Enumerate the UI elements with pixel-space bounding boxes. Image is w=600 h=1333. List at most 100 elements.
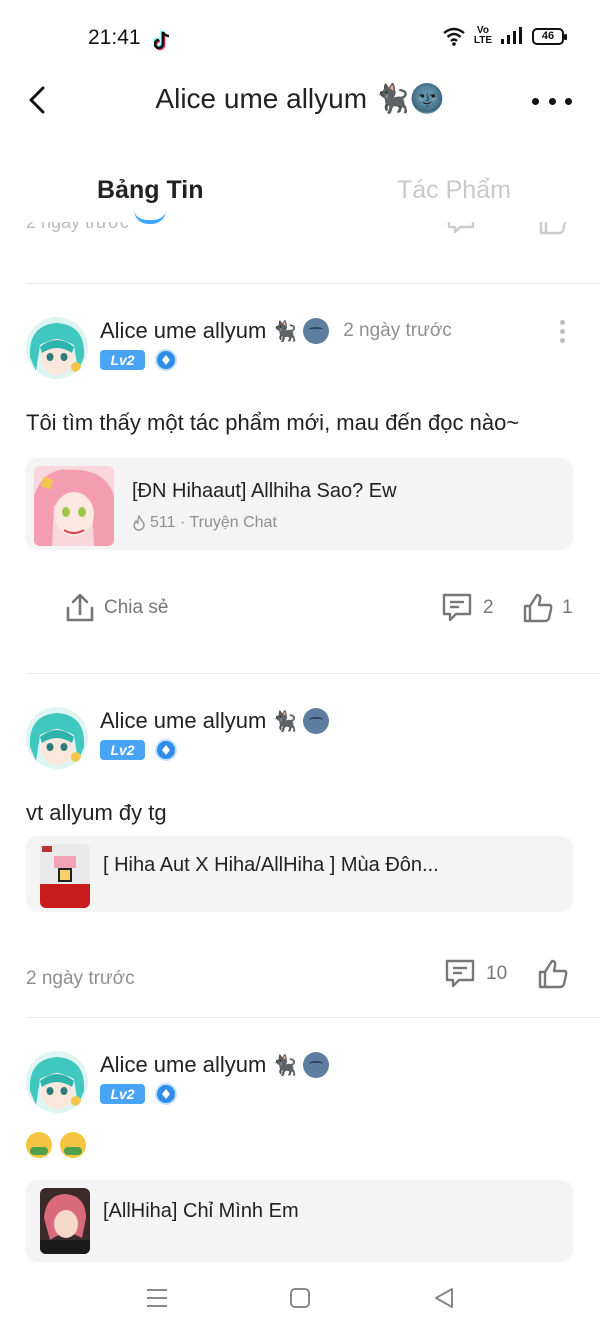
battery-level: 46 bbox=[541, 29, 555, 42]
comment-button[interactable]: 2 bbox=[441, 592, 494, 624]
comment-icon bbox=[447, 222, 475, 234]
profile-tabs: Bảng Tin Tác Phẩm bbox=[0, 166, 600, 224]
tiktok-icon bbox=[154, 31, 170, 51]
verified-badge-icon bbox=[155, 739, 177, 761]
game-cover-icon bbox=[40, 844, 90, 908]
comment-count: 10 bbox=[486, 963, 508, 984]
menu-icon bbox=[147, 1289, 167, 1307]
square-icon bbox=[290, 1288, 310, 1308]
linked-work-card[interactable]: [AllHiha] Chỉ Mình Em bbox=[26, 1180, 573, 1262]
page-title: Alice ume allyum 🐈‍⬛🌚 bbox=[155, 83, 445, 114]
system-back-button[interactable] bbox=[430, 1284, 458, 1312]
home-button[interactable] bbox=[286, 1284, 314, 1312]
dot-icon bbox=[560, 320, 565, 325]
comment-button[interactable]: 10 bbox=[444, 958, 507, 990]
anime-avatar-icon bbox=[26, 317, 88, 379]
author-row: Alice ume allyum 🐈‍⬛ bbox=[100, 708, 330, 734]
work-meta: 511 · Truyện Chat bbox=[132, 514, 277, 532]
post-text: Tôi tìm thấy một tác phẩm mới, mau đến đ… bbox=[26, 410, 520, 435]
work-title: [ĐN Hihaaut] Allhiha Sao? Ew bbox=[132, 480, 397, 502]
thumbs-up-icon bbox=[523, 593, 553, 623]
fire-icon bbox=[133, 515, 145, 531]
author-row: Alice ume allyum 🐈‍⬛ 2 ngày trước bbox=[100, 318, 452, 344]
post-text: vt allyum đy tg bbox=[26, 800, 167, 825]
new-moon-face-icon bbox=[303, 318, 330, 344]
new-moon-face-icon bbox=[303, 1052, 330, 1078]
verified-badge-icon bbox=[155, 1083, 177, 1105]
tab-tac-pham[interactable]: Tác Phẩm bbox=[397, 176, 511, 205]
author-name[interactable]: Alice ume allyum bbox=[100, 708, 266, 734]
tab-bang-tin[interactable]: Bảng Tin bbox=[97, 176, 203, 205]
avatar[interactable] bbox=[26, 1051, 88, 1113]
work-title: [AllHiha] Chỉ Mình Em bbox=[103, 1200, 299, 1222]
post-time: 2 ngày trước bbox=[343, 320, 452, 341]
volte-indicator: Vo LTE bbox=[474, 26, 492, 46]
share-button[interactable]: Chia sẻ bbox=[64, 592, 168, 624]
triangle-back-icon bbox=[435, 1288, 453, 1308]
author-name[interactable]: Alice ume allyum bbox=[100, 318, 266, 344]
post-actions: Chia sẻ 2 1 bbox=[0, 592, 600, 632]
post-divider bbox=[26, 673, 600, 674]
author-name[interactable]: Alice ume allyum bbox=[100, 1052, 266, 1078]
share-icon bbox=[66, 593, 94, 622]
anime-avatar-icon bbox=[26, 707, 88, 769]
thumbs-up-icon bbox=[539, 222, 567, 235]
level-badge: Lv2 bbox=[100, 350, 145, 370]
like-count: 1 bbox=[562, 597, 573, 618]
cat-emoji: 🐈‍⬛ bbox=[272, 1054, 298, 1077]
anime-cover-icon bbox=[34, 466, 114, 546]
linked-work-card[interactable]: [ Hiha Aut X Hiha/AllHiha ] Mùa Đôn... bbox=[26, 836, 573, 912]
cat-emoji: 🐈‍⬛ bbox=[272, 320, 298, 343]
dot-icon bbox=[560, 338, 565, 343]
post-divider bbox=[26, 1017, 600, 1018]
comment-count: 2 bbox=[483, 597, 494, 618]
recent-apps-button[interactable] bbox=[143, 1284, 171, 1312]
status-time: 21:41 bbox=[88, 26, 141, 49]
avatar[interactable] bbox=[26, 317, 88, 379]
badges-row: Lv2 bbox=[100, 1083, 177, 1105]
dot-icon bbox=[532, 97, 539, 105]
level-badge: Lv2 bbox=[100, 740, 145, 760]
nauseated-face-icon bbox=[26, 1132, 52, 1158]
verified-badge-icon bbox=[155, 349, 177, 371]
post-divider bbox=[26, 283, 600, 284]
system-nav-bar bbox=[0, 1262, 600, 1333]
level-badge: Lv2 bbox=[100, 1084, 145, 1104]
author-row: Alice ume allyum 🐈‍⬛ bbox=[100, 1052, 330, 1078]
dot-icon bbox=[565, 97, 572, 105]
thumbs-up-icon bbox=[538, 959, 568, 989]
nauseated-face-icon bbox=[60, 1132, 87, 1158]
anime-avatar-icon bbox=[26, 1051, 88, 1113]
linked-work-card[interactable]: [ĐN Hihaaut] Allhiha Sao? Ew 511 · Truyệ… bbox=[26, 458, 573, 550]
more-options-button[interactable] bbox=[532, 86, 572, 116]
work-title: [ Hiha Aut X Hiha/AllHiha ] Mùa Đôn... bbox=[103, 854, 439, 876]
comment-icon bbox=[442, 593, 472, 622]
anime-cover-icon bbox=[40, 1188, 90, 1254]
signal-icon bbox=[501, 27, 522, 44]
post-feed[interactable]: 2 ngày trước Alice ume allyum 🐈‍⬛ bbox=[0, 222, 600, 1262]
dot-icon bbox=[548, 97, 556, 105]
avatar[interactable] bbox=[26, 707, 88, 769]
work-cover-image bbox=[40, 1188, 90, 1254]
comment-icon bbox=[445, 959, 475, 988]
post-text bbox=[26, 1132, 88, 1164]
status-bar: 21:41 Vo LTE 46 bbox=[0, 0, 600, 76]
lte-label: LTE bbox=[473, 35, 492, 46]
work-cover-image bbox=[40, 844, 90, 908]
like-button[interactable] bbox=[537, 958, 569, 990]
like-button[interactable]: 1 bbox=[522, 592, 573, 624]
badges-row: Lv2 bbox=[100, 349, 177, 371]
previous-post-time: 2 ngày trước bbox=[26, 222, 129, 232]
work-cover-image bbox=[34, 466, 114, 546]
wifi-icon bbox=[443, 27, 465, 46]
share-label: Chia sẻ bbox=[104, 597, 169, 618]
badges-row: Lv2 bbox=[100, 739, 177, 761]
work-stats: 511 · Truyện Chat bbox=[150, 514, 277, 531]
previous-post-stub: 2 ngày trước bbox=[0, 222, 600, 240]
dot-icon bbox=[560, 329, 565, 334]
top-app-bar: Alice ume allyum 🐈‍⬛🌚 bbox=[0, 76, 600, 126]
battery-indicator: 46 bbox=[532, 27, 567, 45]
post-menu-button[interactable] bbox=[560, 320, 566, 343]
post-actions: 10 bbox=[0, 958, 600, 998]
new-moon-face-icon bbox=[303, 708, 330, 734]
